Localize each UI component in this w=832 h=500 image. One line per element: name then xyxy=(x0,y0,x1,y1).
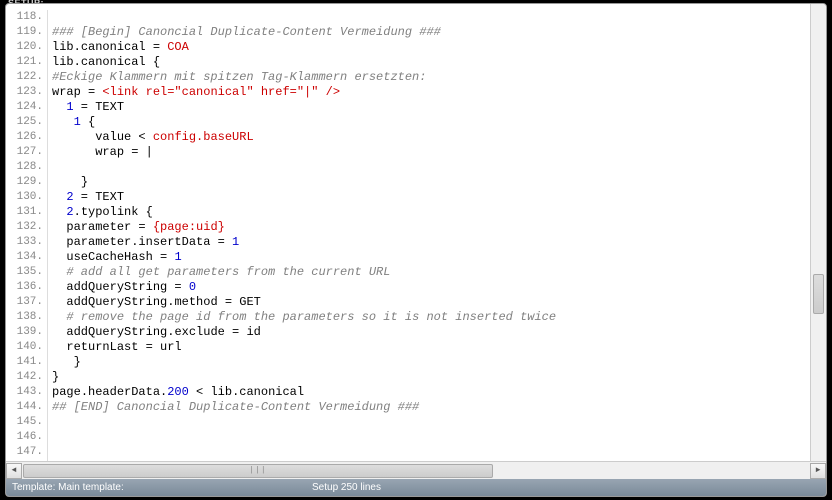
code-line[interactable]: addQueryString.method = GET xyxy=(52,295,826,310)
code-line[interactable]: parameter.insertData = 1 xyxy=(52,235,826,250)
line-number: 141. xyxy=(6,355,47,370)
status-template-name: Template: Main template: xyxy=(12,482,312,493)
line-number: 130. xyxy=(6,190,47,205)
code-line[interactable]: useCacheHash = 1 xyxy=(52,250,826,265)
line-number: 137. xyxy=(6,295,47,310)
line-number: 135. xyxy=(6,265,47,280)
code-line[interactable]: returnLast = url xyxy=(52,340,826,355)
line-number: 142. xyxy=(6,370,47,385)
vertical-scrollbar[interactable] xyxy=(810,4,826,461)
line-number: 119. xyxy=(6,25,47,40)
code-line[interactable] xyxy=(52,160,826,175)
horizontal-scrollbar-track[interactable]: ||| xyxy=(23,463,809,479)
horizontal-scrollbar[interactable]: ◄ ||| ► xyxy=(6,461,826,479)
line-number: 128. xyxy=(6,160,47,175)
code-line[interactable]: wrap = | xyxy=(52,145,826,160)
editor-window: 118.119.120.121.122.123.124.125.126.127.… xyxy=(5,3,827,497)
code-line[interactable]: } xyxy=(52,175,826,190)
line-number-gutter: 118.119.120.121.122.123.124.125.126.127.… xyxy=(6,10,48,461)
code-line[interactable]: } xyxy=(52,370,826,385)
code-line[interactable]: 1 = TEXT xyxy=(52,100,826,115)
line-number: 144. xyxy=(6,400,47,415)
code-line[interactable]: } xyxy=(52,355,826,370)
line-number: 132. xyxy=(6,220,47,235)
code-line[interactable]: value < config.baseURL xyxy=(52,130,826,145)
code-line[interactable]: lib.canonical = COA xyxy=(52,40,826,55)
horizontal-scrollbar-thumb[interactable]: ||| xyxy=(23,464,493,478)
code-line[interactable]: 2.typolink { xyxy=(52,205,826,220)
line-number: 139. xyxy=(6,325,47,340)
line-number: 129. xyxy=(6,175,47,190)
status-line-count: Setup 250 lines xyxy=(312,482,820,493)
line-number: 127. xyxy=(6,145,47,160)
line-number: 123. xyxy=(6,85,47,100)
code-line[interactable] xyxy=(52,415,826,430)
line-number: 145. xyxy=(6,415,47,430)
line-number: 146. xyxy=(6,430,47,445)
code-line[interactable] xyxy=(52,430,826,445)
code-line[interactable]: ### [Begin] Canoncial Duplicate-Content … xyxy=(52,25,826,40)
code-line[interactable]: addQueryString.exclude = id xyxy=(52,325,826,340)
code-line[interactable] xyxy=(52,10,826,25)
code-line[interactable]: 1 { xyxy=(52,115,826,130)
line-number: 140. xyxy=(6,340,47,355)
code-line[interactable]: page.headerData.200 < lib.canonical xyxy=(52,385,826,400)
line-number: 124. xyxy=(6,100,47,115)
line-number: 118. xyxy=(6,10,47,25)
line-number: 131. xyxy=(6,205,47,220)
code-line[interactable]: 2 = TEXT xyxy=(52,190,826,205)
vertical-scrollbar-thumb[interactable] xyxy=(813,274,824,314)
code-line[interactable]: #Eckige Klammern mit spitzen Tag-Klammer… xyxy=(52,70,826,85)
line-number: 143. xyxy=(6,385,47,400)
scroll-left-arrow[interactable]: ◄ xyxy=(6,463,22,479)
code-line[interactable]: addQueryString = 0 xyxy=(52,280,826,295)
line-number: 136. xyxy=(6,280,47,295)
line-number: 120. xyxy=(6,40,47,55)
editor-area: 118.119.120.121.122.123.124.125.126.127.… xyxy=(6,4,826,461)
code-content[interactable]: ### [Begin] Canoncial Duplicate-Content … xyxy=(48,10,826,461)
line-number: 138. xyxy=(6,310,47,325)
status-bar: Template: Main template: Setup 250 lines xyxy=(6,479,826,496)
line-number: 122. xyxy=(6,70,47,85)
line-number: 147. xyxy=(6,445,47,460)
code-line[interactable]: # remove the page id from the parameters… xyxy=(52,310,826,325)
line-number: 121. xyxy=(6,55,47,70)
scroll-right-arrow[interactable]: ► xyxy=(810,463,826,479)
code-line[interactable]: ## [END] Canoncial Duplicate-Content Ver… xyxy=(52,400,826,415)
code-line[interactable]: lib.canonical { xyxy=(52,55,826,70)
code-line[interactable]: parameter = {page:uid} xyxy=(52,220,826,235)
code-line[interactable]: # add all get parameters from the curren… xyxy=(52,265,826,280)
line-number: 126. xyxy=(6,130,47,145)
line-number: 125. xyxy=(6,115,47,130)
code-line[interactable]: wrap = <link rel="canonical" href="|" /> xyxy=(52,85,826,100)
line-number: 134. xyxy=(6,250,47,265)
line-number: 133. xyxy=(6,235,47,250)
